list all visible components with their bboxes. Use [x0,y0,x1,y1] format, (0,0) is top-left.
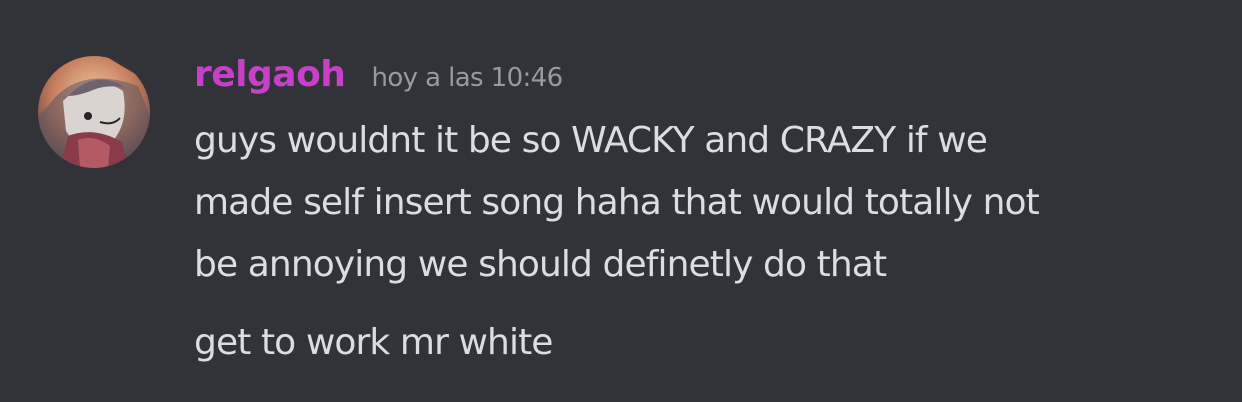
timestamp: hoy a las 10:46 [371,63,563,93]
message-line: made self insert song haha that would to… [194,182,1040,223]
message-line: guys wouldnt it be so WACKY and CRAZY if… [194,120,988,161]
message-content: guys wouldnt it be so WACKY and CRAZY if… [194,110,1224,296]
chat-message: relgaoh hoy a las 10:46 guys wouldnt it … [0,0,1242,402]
message-header: relgaoh hoy a las 10:46 [194,54,563,102]
message-line: be annoying we should definetly do that [194,244,887,285]
username[interactable]: relgaoh [194,54,346,95]
followup-message: get to work mr white [194,322,553,363]
user-avatar-icon[interactable] [38,56,150,168]
